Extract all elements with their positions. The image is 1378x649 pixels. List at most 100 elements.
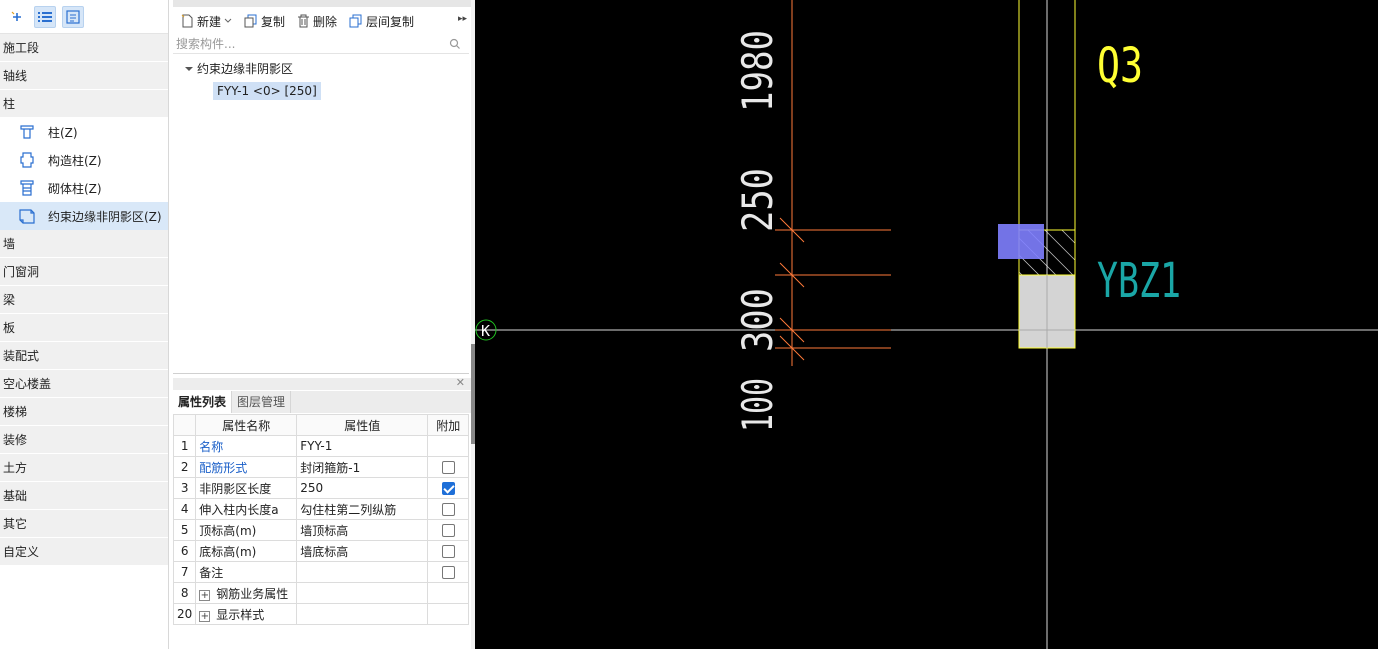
copy-button[interactable]: 复制 bbox=[240, 10, 289, 32]
property-extra bbox=[427, 456, 470, 478]
nav-category[interactable]: 装修 bbox=[0, 426, 168, 454]
table-row[interactable]: 4 伸入柱内长度a 勾住柱第二列纵筋 bbox=[172, 498, 470, 520]
nav-category[interactable]: 施工段 bbox=[0, 34, 168, 62]
dimension-text: 250 bbox=[733, 168, 782, 232]
property-name: 伸入柱内长度a bbox=[195, 498, 298, 520]
tree-node-selected[interactable]: FYY-1 <0> [250] bbox=[213, 82, 321, 100]
property-name-label: 顶标高(m) bbox=[199, 523, 257, 538]
masonry-column-icon bbox=[18, 179, 36, 197]
nav-category[interactable]: 轴线 bbox=[0, 62, 168, 90]
property-table: 属性名称 属性值 附加 1 名称 FYY-1 2 配筋形式 封闭箍筋-1 3 非阴影区长度 25… bbox=[172, 414, 470, 625]
floor-copy-button[interactable]: 层间复制 bbox=[345, 10, 418, 32]
tree-node-root[interactable]: 约束边缘非阴影区 bbox=[185, 60, 293, 77]
property-name-label: 名称 bbox=[199, 439, 224, 454]
row-index: 5 bbox=[172, 519, 197, 541]
property-value[interactable]: 250 bbox=[296, 477, 429, 499]
copy-icon bbox=[244, 14, 257, 28]
nav-item-column[interactable]: 柱(Z) bbox=[0, 118, 168, 146]
drawing-canvas[interactable]: K 1980 250 300 100 Q3 YBZ1 bbox=[475, 0, 1378, 649]
component-panel: 新建 复制 删除 层间复制 ▸▸ 搜索构件... 约束边缘非阴影区 FYY-1 … bbox=[170, 0, 471, 649]
checkbox[interactable] bbox=[441, 566, 455, 579]
table-row[interactable]: 6 底标高(m) 墙底标高 bbox=[172, 540, 470, 562]
detail-view-icon[interactable] bbox=[62, 5, 84, 28]
expand-plus-icon[interactable]: + bbox=[199, 589, 211, 601]
property-name-label: 伸入柱内长度a bbox=[199, 502, 279, 517]
close-icon[interactable]: ✕ bbox=[456, 376, 465, 389]
nav-category[interactable]: 空心楼盖 bbox=[0, 370, 168, 398]
table-row[interactable]: 2 配筋形式 封闭箍筋-1 bbox=[172, 456, 470, 478]
new-button[interactable]: 新建 bbox=[177, 10, 236, 32]
property-value[interactable]: 墙顶标高 bbox=[296, 519, 429, 541]
nav-item-constraint-edge[interactable]: 约束边缘非阴影区(Z) bbox=[0, 202, 168, 230]
table-row[interactable]: 7 备注 bbox=[172, 561, 470, 583]
cad-drawing[interactable]: K 1980 250 300 100 Q3 YBZ1 bbox=[475, 0, 1378, 649]
nav-item-masonry-column[interactable]: 砌体柱(Z) bbox=[0, 174, 168, 202]
property-value[interactable]: FYY-1 bbox=[296, 435, 429, 457]
property-name: 顶标高(m) bbox=[195, 519, 298, 541]
row-index: 7 bbox=[172, 561, 197, 583]
table-row[interactable]: 1 名称 FYY-1 bbox=[172, 435, 470, 457]
table-row[interactable]: 3 非阴影区长度 250 bbox=[172, 477, 470, 499]
checkbox[interactable] bbox=[441, 524, 455, 537]
module-nav: 施工段 轴线 柱 柱(Z) 构造柱(Z) 砌体柱(Z) 约束边缘非阴影区(Z) bbox=[0, 0, 169, 649]
nav-category[interactable]: 自定义 bbox=[0, 538, 168, 566]
property-name-label: 配筋形式 bbox=[199, 460, 248, 475]
nav-item-label: 砌体柱(Z) bbox=[48, 181, 102, 196]
nav-category[interactable]: 基础 bbox=[0, 482, 168, 510]
property-value[interactable]: 封闭箍筋-1 bbox=[296, 456, 429, 478]
nav-category[interactable]: 装配式 bbox=[0, 342, 168, 370]
selection-grip bbox=[998, 224, 1044, 259]
property-extra bbox=[427, 603, 470, 625]
tab-property-list[interactable]: 属性列表 bbox=[173, 391, 233, 413]
component-toolbar: 新建 复制 删除 层间复制 ▸▸ bbox=[173, 8, 471, 34]
column-header-name: 属性名称 bbox=[195, 414, 298, 436]
nav-category[interactable]: 墙 bbox=[0, 230, 168, 258]
expand-plus-icon[interactable]: + bbox=[199, 610, 211, 622]
checkbox-checked[interactable] bbox=[441, 482, 455, 495]
property-extra bbox=[427, 582, 470, 604]
construction-column-icon bbox=[18, 151, 36, 169]
nav-category[interactable]: 楼梯 bbox=[0, 398, 168, 426]
add-icon[interactable] bbox=[6, 6, 28, 28]
property-value[interactable]: 墙底标高 bbox=[296, 540, 429, 562]
nav-item-label: 约束边缘非阴影区(Z) bbox=[48, 209, 162, 224]
nav-category[interactable]: 板 bbox=[0, 314, 168, 342]
column-header-index bbox=[172, 414, 197, 436]
property-extra bbox=[427, 519, 470, 541]
property-panel-header: ✕ bbox=[173, 376, 471, 390]
checkbox[interactable] bbox=[441, 545, 455, 558]
nav-item-label: 构造柱(Z) bbox=[48, 153, 102, 168]
property-value[interactable] bbox=[296, 561, 429, 583]
property-value[interactable] bbox=[296, 582, 429, 604]
property-name: 底标高(m) bbox=[195, 540, 298, 562]
property-extra bbox=[427, 435, 470, 457]
checkbox[interactable] bbox=[441, 461, 455, 474]
property-name: 备注 bbox=[195, 561, 298, 583]
tab-layer-management[interactable]: 图层管理 bbox=[232, 391, 292, 413]
search-input[interactable] bbox=[176, 37, 436, 51]
property-value[interactable]: 勾住柱第二列纵筋 bbox=[296, 498, 429, 520]
search-bar bbox=[173, 35, 469, 54]
property-name-label: 非阴影区长度 bbox=[199, 481, 272, 496]
column-header-value: 属性值 bbox=[296, 414, 429, 436]
nav-item-construction-column[interactable]: 构造柱(Z) bbox=[0, 146, 168, 174]
dimension-text: 100 bbox=[733, 378, 782, 432]
table-row[interactable]: 20 + 显示样式 bbox=[172, 603, 470, 625]
search-icon[interactable] bbox=[449, 38, 461, 53]
nav-category[interactable]: 土方 bbox=[0, 454, 168, 482]
delete-button[interactable]: 删除 bbox=[293, 10, 341, 32]
table-row[interactable]: 8 + 钢筋业务属性 bbox=[172, 582, 470, 604]
nav-category[interactable]: 柱 bbox=[0, 90, 168, 118]
property-name: 非阴影区长度 bbox=[195, 477, 298, 499]
property-extra bbox=[427, 477, 470, 499]
checkbox[interactable] bbox=[441, 503, 455, 516]
table-row[interactable]: 5 顶标高(m) 墙顶标高 bbox=[172, 519, 470, 541]
nav-category[interactable]: 其它 bbox=[0, 510, 168, 538]
list-view-icon[interactable] bbox=[34, 5, 56, 28]
nav-category[interactable]: 梁 bbox=[0, 286, 168, 314]
row-index: 1 bbox=[172, 435, 197, 457]
property-value[interactable] bbox=[296, 603, 429, 625]
nav-category[interactable]: 门窗洞 bbox=[0, 258, 168, 286]
axis-label-k: K bbox=[481, 322, 490, 340]
more-icon[interactable]: ▸▸ bbox=[458, 14, 467, 24]
